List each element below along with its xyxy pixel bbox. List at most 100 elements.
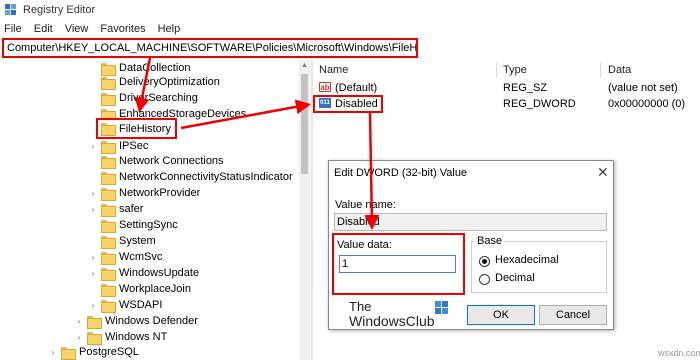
chevron-right-icon[interactable]: › <box>88 253 98 262</box>
folder-icon <box>101 123 116 136</box>
tree-item-filehistory-selected[interactable]: FileHistory <box>96 118 177 139</box>
tree-item-settingsync[interactable]: SettingSync <box>88 217 178 233</box>
tree-item-label: IPSec <box>119 140 149 152</box>
tree-item-ipsec[interactable]: › IPSec <box>88 138 148 154</box>
column-divider[interactable] <box>496 62 497 78</box>
dword-value-icon: 011 <box>319 98 331 108</box>
windowsclub-logo: The WindowsClub <box>345 299 455 329</box>
base-group: Base Hexadecimal Decimal <box>471 235 607 293</box>
menu-bar: File Edit View Favorites Help <box>0 20 700 38</box>
value-name-label: Value name: <box>335 199 396 211</box>
value-row-disabled[interactable]: 011 Disabled REG_DWORD 0x00000000 (0) <box>313 95 700 113</box>
tree-item-wcmsvc[interactable]: › WcmSvc <box>88 249 162 265</box>
folder-icon <box>101 235 116 249</box>
chevron-right-icon[interactable]: › <box>74 333 84 342</box>
menu-file[interactable]: File <box>4 23 22 35</box>
folder-icon <box>87 315 102 329</box>
tree-scrollbar[interactable]: ▲ <box>299 60 310 360</box>
value-data-input[interactable]: 1 <box>339 255 456 273</box>
value-name: Disabled <box>335 98 378 110</box>
value-data: (value not set) <box>608 82 678 94</box>
tree-item-label: DataCollection <box>119 62 191 74</box>
brand-name: WindowsClub <box>349 313 435 329</box>
value-data: 0x00000000 (0) <box>608 98 686 110</box>
tree-item-label: NetworkProvider <box>119 187 201 199</box>
value-row-default[interactable]: ab (Default) REG_SZ (value not set) <box>313 80 700 96</box>
value-type: REG_DWORD <box>503 98 576 110</box>
tree-item-networkprovider[interactable]: › NetworkProvider <box>88 185 200 201</box>
tree-item-windows-defender[interactable]: › Windows Defender <box>74 313 198 329</box>
menu-favorites[interactable]: Favorites <box>100 23 145 35</box>
folder-icon <box>101 140 116 154</box>
decimal-radio[interactable] <box>479 274 490 285</box>
address-path: Computer\HKEY_LOCAL_MACHINE\SOFTWARE\Pol… <box>7 42 418 54</box>
tree-item-deliveryoptimization[interactable]: DeliveryOptimization <box>88 74 220 90</box>
tree-item-label: DeliveryOptimization <box>119 76 220 88</box>
chevron-right-icon[interactable]: › <box>88 189 98 198</box>
tree-item-postgresql[interactable]: › PostgreSQL <box>48 344 139 360</box>
tree-item-label: FileHistory <box>119 122 171 135</box>
tree-item-windows-nt[interactable]: › Windows NT <box>74 329 167 345</box>
folder-icon <box>101 171 116 185</box>
folder-icon <box>101 187 116 201</box>
watermark: wsxdn.com <box>658 348 700 358</box>
tree-item-safer[interactable]: › safer <box>88 201 143 217</box>
dialog-title: Edit DWORD (32-bit) Value <box>334 167 468 179</box>
tree-item-driversearching[interactable]: DriverSearching <box>88 90 198 106</box>
folder-icon <box>61 346 76 360</box>
value-type: REG_SZ <box>503 82 548 94</box>
address-bar[interactable]: Computer\HKEY_LOCAL_MACHINE\SOFTWARE\Pol… <box>2 38 418 58</box>
tree-item-network-connections[interactable]: Network Connections <box>88 153 224 169</box>
menu-view[interactable]: View <box>65 23 89 35</box>
tree-item-label: Network Connections <box>119 155 224 167</box>
value-name-field: Disabled <box>334 213 607 231</box>
tree-item-label: SettingSync <box>119 219 178 231</box>
tree-item-label: WindowsUpdate <box>119 267 200 279</box>
tree-item-label: PostgreSQL <box>79 346 139 358</box>
close-icon[interactable]: ✕ <box>597 164 609 181</box>
column-divider[interactable] <box>600 62 601 78</box>
folder-icon <box>101 203 116 217</box>
tree-item-workplacejoin[interactable]: WorkplaceJoin <box>88 281 191 297</box>
key-tree: DataCollection DeliveryOptimization Driv… <box>0 60 311 360</box>
folder-icon <box>101 251 116 265</box>
value-name: (Default) <box>335 82 378 94</box>
hexadecimal-label[interactable]: Hexadecimal <box>495 254 559 266</box>
scroll-up-icon[interactable]: ▲ <box>299 60 310 71</box>
window-title: Registry Editor <box>23 4 96 16</box>
decimal-label[interactable]: Decimal <box>495 272 535 284</box>
hexadecimal-radio[interactable] <box>479 256 490 267</box>
folder-icon <box>101 283 116 297</box>
chevron-right-icon[interactable]: › <box>88 205 98 214</box>
ok-button[interactable]: OK <box>467 305 535 325</box>
tree-item-windowsupdate[interactable]: › WindowsUpdate <box>88 265 199 281</box>
tree-item-wsdapi[interactable]: › WSDAPI <box>88 297 162 313</box>
column-type-header[interactable]: Type <box>503 64 527 76</box>
tree-item-system[interactable]: System <box>88 233 156 249</box>
folder-icon <box>101 299 116 313</box>
chevron-right-icon[interactable]: › <box>74 317 84 326</box>
column-name-header[interactable]: Name <box>319 64 348 76</box>
tree-item-label: safer <box>119 203 144 215</box>
windows-logo-icon <box>435 301 449 315</box>
menu-edit[interactable]: Edit <box>34 23 53 35</box>
tree-item-label: NetworkConnectivityStatusIndicator <box>119 171 293 183</box>
tree-item-label: WcmSvc <box>119 251 163 263</box>
folder-icon <box>101 92 116 106</box>
tree-item-label: DriverSearching <box>119 92 198 104</box>
column-data-header[interactable]: Data <box>608 64 631 76</box>
tree-item-label: WorkplaceJoin <box>119 283 191 295</box>
value-data-group: Value data: 1 <box>332 233 465 295</box>
folder-icon <box>101 155 116 169</box>
menu-help[interactable]: Help <box>158 23 181 35</box>
chevron-right-icon[interactable]: › <box>88 301 98 310</box>
scrollbar-thumb[interactable] <box>301 74 308 174</box>
registry-icon <box>5 4 17 16</box>
string-value-icon: ab <box>319 82 331 92</box>
chevron-right-icon[interactable]: › <box>48 348 58 357</box>
tree-item-networkconnectivitystatusindicator[interactable]: NetworkConnectivityStatusIndicator <box>88 169 293 185</box>
chevron-right-icon[interactable]: › <box>88 142 98 151</box>
folder-icon <box>101 76 116 90</box>
cancel-button[interactable]: Cancel <box>539 305 607 325</box>
chevron-right-icon[interactable]: › <box>88 269 98 278</box>
